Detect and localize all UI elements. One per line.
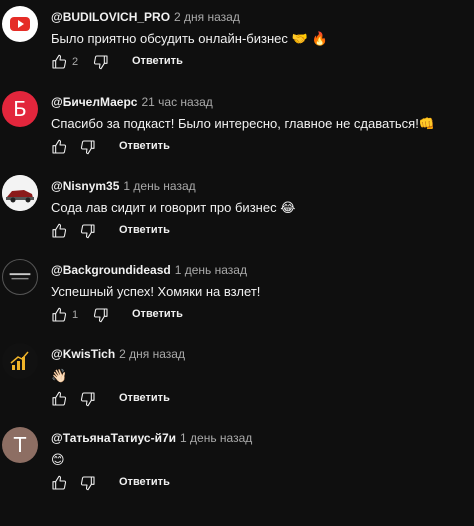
avatar[interactable]: Т xyxy=(2,427,38,463)
comment-actions: Ответить xyxy=(51,139,451,157)
comment-time[interactable]: 1 день назад xyxy=(180,431,252,445)
dislike-icon[interactable] xyxy=(93,54,109,70)
comment-actions: Ответить xyxy=(51,223,451,241)
comment-author[interactable]: @Nisnym35 xyxy=(51,179,119,193)
avatar[interactable] xyxy=(2,6,38,42)
comment-author[interactable]: @KwisTich xyxy=(51,347,115,361)
comment-emoji: 🤝 🔥 xyxy=(291,32,328,47)
comment: @Nisnym35 1 день назад Сода лав сидит и г… xyxy=(0,169,474,251)
like-icon[interactable] xyxy=(51,307,67,323)
comment-header: @BUDILOVICH_PRO 2 дня назад xyxy=(51,10,240,24)
comment-body: Было приятно обсудить онлайн-бизнес xyxy=(51,31,288,46)
comment-text: Сода лав сидит и говорит про бизнес 😂 xyxy=(51,200,295,217)
comment: Б @БичелМаерс 21 час назад Спасибо за под… xyxy=(0,85,474,167)
dislike-icon[interactable] xyxy=(80,223,96,239)
comment-body: Сода лав сидит и говорит про бизнес xyxy=(51,200,277,215)
comment: @Backgroundideasd 1 день назад Успешный у… xyxy=(0,253,474,335)
comment-emoji: 👋🏻 xyxy=(51,369,68,384)
reply-button[interactable]: Ответить xyxy=(132,55,183,67)
comment-text: 👋🏻 xyxy=(51,368,67,385)
reply-button[interactable]: Ответить xyxy=(119,140,170,152)
comment-time[interactable]: 2 дня назад xyxy=(119,347,185,361)
reply-button[interactable]: Ответить xyxy=(119,392,170,404)
channel-logo-icon xyxy=(9,273,31,280)
comment-author[interactable]: @Backgroundideasd xyxy=(51,263,171,277)
comment-time[interactable]: 21 час назад xyxy=(141,95,212,109)
comment-header: @Backgroundideasd 1 день назад xyxy=(51,263,247,277)
avatar[interactable] xyxy=(2,343,38,379)
comment-actions: 1 Ответить xyxy=(51,307,451,325)
comment-author[interactable]: @БичелМаерс xyxy=(51,95,137,109)
avatar[interactable] xyxy=(2,259,38,295)
comment-text: Было приятно обсудить онлайн-бизнес 🤝 🔥 xyxy=(51,31,328,48)
comment-time[interactable]: 1 день назад xyxy=(175,263,247,277)
chart-logo-icon xyxy=(10,351,29,370)
dislike-icon[interactable] xyxy=(80,475,96,491)
dislike-icon[interactable] xyxy=(80,139,96,155)
like-icon[interactable] xyxy=(51,391,67,407)
comment-author[interactable]: @BUDILOVICH_PRO xyxy=(51,10,170,24)
comment-header: @ТатьянаТатиус-й7и 1 день назад xyxy=(51,431,252,445)
comment-actions: Ответить xyxy=(51,391,451,409)
like-icon[interactable] xyxy=(51,223,67,239)
avatar-letter: Б xyxy=(13,97,27,121)
comment-text: 😊 xyxy=(51,452,65,469)
comment-emoji: 😂 xyxy=(280,201,296,216)
comment: @KwisTich 2 дня назад 👋🏻 Ответить xyxy=(0,337,474,419)
comment: @BUDILOVICH_PRO 2 дня назад Было приятно … xyxy=(0,0,474,82)
comment-body: Успешный успех! Хомяки на взлет! xyxy=(51,284,261,299)
comment-body: Спасибо за подкаст! Было интересно, глав… xyxy=(51,116,419,131)
comment-author[interactable]: @ТатьянаТатиус-й7и xyxy=(51,431,176,445)
comment-actions: 2 Ответить xyxy=(51,54,451,72)
comment-emoji: 👊 xyxy=(418,117,436,132)
youtube-logo-icon xyxy=(10,17,30,31)
like-icon[interactable] xyxy=(51,139,67,155)
avatar[interactable] xyxy=(2,175,38,211)
comment-text: Успешный успех! Хомяки на взлет! xyxy=(51,284,260,300)
comment-header: @Nisnym35 1 день назад xyxy=(51,179,196,193)
like-count: 1 xyxy=(72,309,79,321)
like-icon[interactable] xyxy=(51,475,67,491)
like-icon[interactable] xyxy=(51,54,67,70)
dislike-icon[interactable] xyxy=(93,307,109,323)
comment: Т @ТатьянаТатиус-й7и 1 день назад 😊 Ответ… xyxy=(0,421,474,503)
avatar-letter: Т xyxy=(13,433,27,457)
reply-button[interactable]: Ответить xyxy=(119,476,170,488)
like-count: 2 xyxy=(72,56,79,68)
comment-time[interactable]: 2 дня назад xyxy=(174,10,240,24)
reply-button[interactable]: Ответить xyxy=(132,308,183,320)
comment-header: @БичелМаерс 21 час назад xyxy=(51,95,213,109)
comment-text: Спасибо за подкаст! Было интересно, глав… xyxy=(51,116,435,133)
comment-time[interactable]: 1 день назад xyxy=(123,179,195,193)
comment-header: @KwisTich 2 дня назад xyxy=(51,347,185,361)
avatar[interactable]: Б xyxy=(2,91,38,127)
reply-button[interactable]: Ответить xyxy=(119,224,170,236)
comment-actions: Ответить xyxy=(51,475,451,493)
car-image-icon xyxy=(2,175,38,211)
comment-emoji: 😊 xyxy=(51,453,65,468)
dislike-icon[interactable] xyxy=(80,391,96,407)
